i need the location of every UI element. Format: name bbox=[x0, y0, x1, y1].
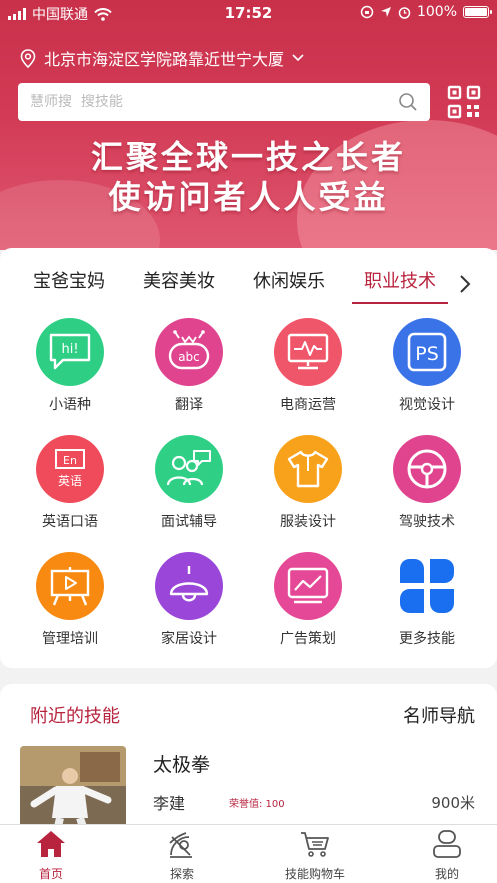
category-ad-planning[interactable]: 广告策划 bbox=[248, 552, 368, 648]
ps-icon: PS bbox=[393, 318, 461, 386]
category-label: 管理培训 bbox=[42, 631, 98, 647]
location-pin-icon bbox=[20, 48, 36, 68]
four-petals-icon bbox=[393, 552, 461, 620]
category-ecommerce[interactable]: 电商运营 bbox=[248, 318, 368, 414]
svg-text:英语: 英语 bbox=[58, 474, 82, 488]
category-minor-languages[interactable]: hi! 小语种 bbox=[10, 318, 130, 414]
category-tabs: 宝爸宝妈 美容美妆 休闲娱乐 职业技术 bbox=[0, 264, 497, 304]
tab-explore[interactable]: 探索 bbox=[127, 829, 237, 882]
category-label: 更多技能 bbox=[399, 631, 455, 647]
header-banner: 中国联通 17:52 100% 北京市海淀区学院路靠近世宁大厦 慧师搜 搜技能 … bbox=[0, 0, 497, 250]
tab-home[interactable]: 首页 bbox=[0, 829, 106, 882]
chevron-right-icon[interactable] bbox=[455, 272, 475, 296]
category-label: 服装设计 bbox=[280, 514, 336, 530]
search-input[interactable] bbox=[30, 94, 398, 110]
teacher-name: 李建 bbox=[153, 794, 186, 813]
category-fashion-design[interactable]: 服装设计 bbox=[248, 435, 368, 531]
tab-mine[interactable]: 我的 bbox=[392, 829, 497, 882]
category-driving[interactable]: 驾驶技术 bbox=[367, 435, 487, 531]
skill-thumbnail[interactable] bbox=[20, 746, 126, 836]
chart-screen-icon bbox=[274, 552, 342, 620]
battery-percent: 100% bbox=[416, 4, 457, 20]
bottom-tab-bar: 首页 探索 技能购物车 我的 bbox=[0, 824, 497, 883]
honor-value: 荣誉值: 100 bbox=[229, 799, 285, 810]
category-label: 家居设计 bbox=[161, 631, 217, 647]
svg-text:PS: PS bbox=[415, 343, 439, 365]
status-bar: 中国联通 17:52 100% bbox=[0, 0, 497, 26]
speech-bubble-icon: hi! bbox=[36, 318, 104, 386]
svg-text:En: En bbox=[63, 454, 77, 467]
category-home-design[interactable]: 家居设计 bbox=[129, 552, 249, 648]
tab-label: 休闲娱乐 bbox=[253, 271, 325, 292]
tab-label: 美容美妆 bbox=[143, 271, 215, 292]
category-card: 宝爸宝妈 美容美妆 休闲娱乐 职业技术 hi! 小语种 abc 翻译 电商运营 bbox=[0, 248, 497, 668]
qr-code-icon[interactable] bbox=[447, 85, 481, 119]
category-interview-coaching[interactable]: 面试辅导 bbox=[129, 435, 249, 531]
tab-label: 首页 bbox=[38, 867, 63, 881]
category-label: 翻译 bbox=[175, 397, 203, 413]
cart-icon bbox=[301, 832, 329, 857]
tab-parents[interactable]: 宝爸宝妈 bbox=[28, 264, 110, 304]
tab-leisure[interactable]: 休闲娱乐 bbox=[248, 264, 330, 304]
active-tab-indicator bbox=[352, 302, 448, 304]
famous-teacher-link[interactable]: 名师导航 bbox=[403, 702, 475, 728]
steering-wheel-icon bbox=[393, 435, 461, 503]
category-label: 英语口语 bbox=[42, 514, 98, 530]
shirt-icon bbox=[274, 435, 342, 503]
tab-label: 我的 bbox=[434, 867, 459, 881]
category-label: 视觉设计 bbox=[399, 397, 455, 413]
category-label: 电商运营 bbox=[280, 397, 336, 413]
svg-text:hi!: hi! bbox=[61, 342, 78, 357]
category-label: 小语种 bbox=[49, 397, 91, 413]
user-icon bbox=[433, 830, 461, 858]
alarm-icon bbox=[398, 6, 411, 19]
slogan-line-1: 汇聚全球一技之长者 bbox=[90, 138, 406, 176]
location-arrow-icon bbox=[380, 7, 391, 17]
presentation-icon bbox=[36, 552, 104, 620]
home-icon bbox=[37, 831, 65, 857]
location-text: 北京市海淀区学院路靠近世宁大厦 bbox=[44, 50, 285, 69]
rotation-lock-icon bbox=[360, 5, 374, 19]
banner-slogan[interactable]: 汇聚全球一技之长者 使访问者人人受益 bbox=[0, 137, 497, 217]
tab-beauty[interactable]: 美容美妆 bbox=[138, 264, 220, 304]
status-right: 100% bbox=[360, 4, 492, 20]
category-visual-design[interactable]: PS 视觉设计 bbox=[367, 318, 487, 414]
tab-vocational[interactable]: 职业技术 bbox=[352, 264, 448, 304]
people-chat-icon bbox=[155, 435, 223, 503]
category-label: 广告策划 bbox=[280, 631, 336, 647]
section-title: 附近的技能 bbox=[30, 706, 120, 727]
lamp-icon bbox=[155, 552, 223, 620]
tab-label: 宝爸宝妈 bbox=[33, 271, 105, 292]
category-spoken-english[interactable]: En 英语 英语口语 bbox=[10, 435, 130, 531]
explore-icon bbox=[169, 832, 192, 858]
category-more-skills[interactable]: 更多技能 bbox=[367, 552, 487, 648]
distance: 900米 bbox=[431, 794, 475, 812]
battery-icon bbox=[463, 6, 492, 18]
monitor-icon bbox=[274, 318, 342, 386]
category-label: 驾驶技术 bbox=[399, 514, 455, 530]
tab-label: 技能购物车 bbox=[284, 867, 345, 881]
category-translation[interactable]: abc 翻译 bbox=[129, 318, 249, 414]
search-bar[interactable] bbox=[18, 83, 430, 121]
tab-label: 探索 bbox=[169, 867, 194, 881]
category-management-training[interactable]: 管理培训 bbox=[10, 552, 130, 648]
tab-label: 职业技术 bbox=[364, 271, 436, 292]
category-label: 面试辅导 bbox=[161, 514, 217, 530]
tab-cart[interactable]: 技能购物车 bbox=[260, 829, 370, 882]
english-icon: En 英语 bbox=[36, 435, 104, 503]
location-selector[interactable]: 北京市海淀区学院路靠近世宁大厦 bbox=[20, 46, 304, 70]
chevron-down-icon bbox=[292, 54, 304, 62]
svg-text:abc: abc bbox=[178, 350, 200, 364]
search-icon[interactable] bbox=[398, 92, 418, 112]
robot-abc-icon: abc bbox=[155, 318, 223, 386]
slogan-line-2: 使访问者人人受益 bbox=[108, 178, 389, 216]
skill-name[interactable]: 太极拳 bbox=[153, 750, 210, 777]
